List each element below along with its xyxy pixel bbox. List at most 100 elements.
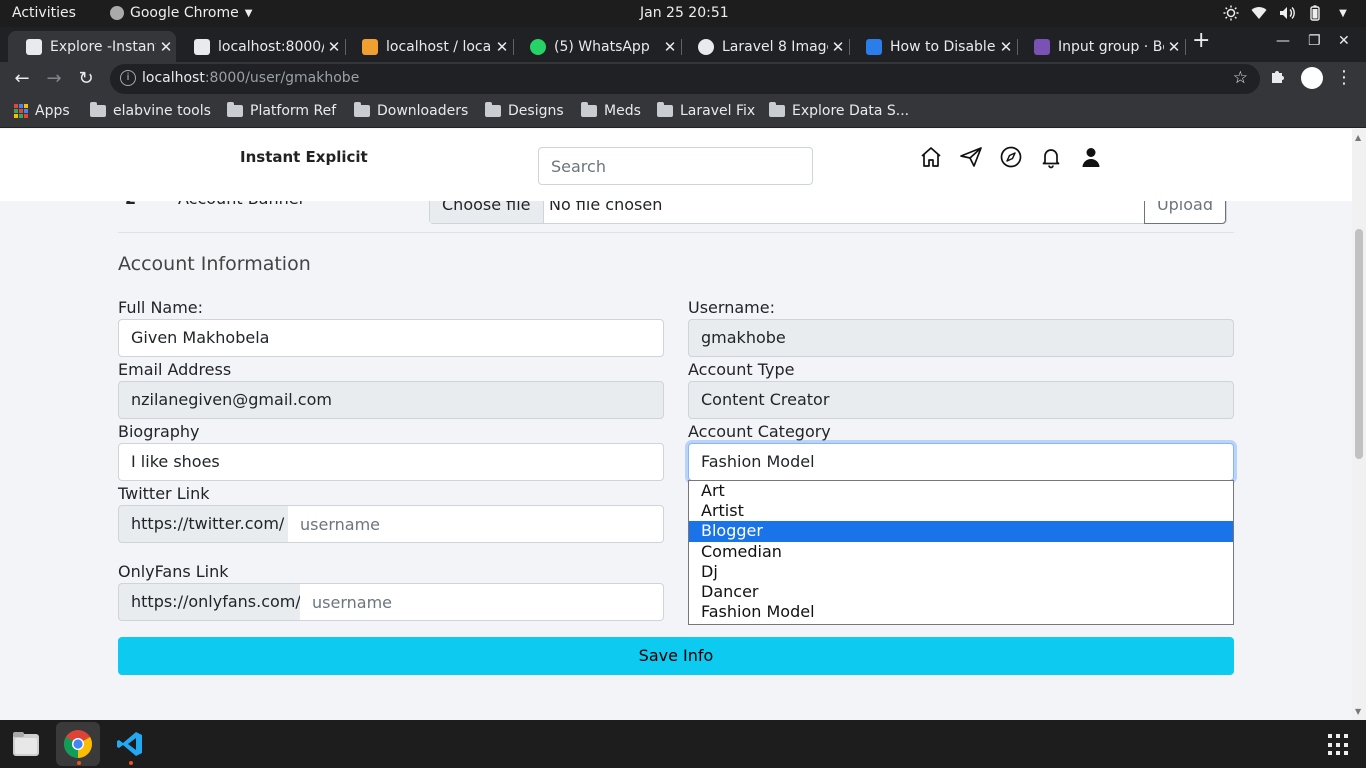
bootstrap-icon [1034,38,1050,55]
tab-laravel-upload[interactable]: Laravel 8 Image Upload ✕ [680,31,850,62]
back-icon[interactable]: ← [11,68,33,90]
show-applications-icon[interactable] [1328,734,1350,756]
more-menu-icon[interactable]: ⋮ [1335,67,1353,88]
close-window-button[interactable]: ✕ [1338,33,1350,49]
tab-explore[interactable]: Explore -Instant Explicit ✕ [8,31,176,62]
close-icon[interactable]: ✕ [156,38,176,56]
tab-how-to-disable[interactable]: How to Disable ✕ [848,31,1018,62]
full-name-label: Full Name: [118,298,204,317]
home-icon[interactable] [919,145,943,169]
bookmark-star-icon[interactable]: ☆ [1233,68,1248,88]
close-icon[interactable]: ✕ [324,38,344,56]
favicon [26,38,42,55]
bookmark-folder[interactable]: Explore Data S... [769,102,909,119]
close-icon[interactable]: ✕ [828,38,848,56]
chrome-small-icon [110,6,124,20]
favicon [698,38,714,55]
whatsapp-icon [530,38,546,55]
category-option-art[interactable]: Art [689,481,1233,501]
battery-icon [1306,4,1324,22]
tab-whatsapp[interactable]: (5) WhatsApp ✕ [512,31,682,62]
system-dock [0,720,1366,768]
reload-icon[interactable]: ↻ [75,68,97,90]
tab-bootstrap-input-group[interactable]: Input group · Bootstrap ✕ [1016,31,1186,62]
site-info-icon[interactable]: i [120,70,136,86]
extensions-icon[interactable] [1270,68,1286,88]
category-option-artist[interactable]: Artist [689,501,1233,521]
bookmark-folder[interactable]: Downloaders [354,102,468,119]
username-input: gmakhobe [688,319,1234,357]
night-light-icon [1222,4,1240,22]
app-menu[interactable]: Google Chrome ▼ [110,5,252,21]
category-option-dj[interactable]: Dj [689,562,1233,582]
folder-icon [90,102,106,117]
close-icon[interactable]: ✕ [1164,38,1184,56]
onlyfans-label: OnlyFans Link [118,562,229,581]
scrollbar-thumb[interactable] [1355,229,1363,459]
app-name: Google Chrome [130,5,239,21]
tab-localhost-user[interactable]: localhost:8000/user/gmakhobe ✕ [176,31,346,62]
folder-icon [657,102,673,117]
twitter-username-input[interactable] [288,505,664,543]
account-category-options: Art Artist Blogger Comedian Dj Dancer Fa… [688,480,1234,625]
clock[interactable]: Jan 25 20:51 [640,5,729,21]
bookmarks-bar: Apps elabvine tools Platform Ref Downloa… [0,96,1366,128]
new-tab-button[interactable]: + [1192,28,1210,53]
maximize-button[interactable]: ❐ [1308,33,1321,49]
scroll-up-icon[interactable]: ▲ [1355,133,1361,142]
system-top-bar: Activities Google Chrome ▼ Jan 25 20:51 … [0,0,1366,27]
tab-phpmyadmin[interactable]: localhost / localhost / phpMyAdmin ✕ [344,31,514,62]
tab-title: (5) WhatsApp [554,38,650,55]
bookmark-apps[interactable]: Apps [14,103,70,119]
account-type-label: Account Type [688,360,795,379]
scroll-down-icon[interactable]: ▼ [1355,707,1361,716]
twitter-label: Twitter Link [118,484,210,503]
brand-logo[interactable]: Instant Explicit [240,148,368,166]
files-app-icon[interactable] [4,722,48,766]
account-category-select[interactable]: Fashion Model [688,443,1234,481]
section-title: Account Information [118,253,311,275]
send-icon[interactable] [959,145,983,169]
bookmark-folder[interactable]: Meds [581,102,641,119]
bookmark-folder[interactable]: Laravel Fix [657,102,755,119]
activities-button[interactable]: Activities [12,5,76,21]
system-tray[interactable]: ▼ [1222,4,1352,22]
close-icon[interactable]: ✕ [492,38,512,56]
biography-label: Biography [118,422,200,441]
category-option-dancer[interactable]: Dancer [689,582,1233,602]
onlyfans-username-input[interactable] [300,583,664,621]
close-icon[interactable]: ✕ [996,38,1016,56]
folder-icon [769,102,785,117]
profile-avatar[interactable] [1301,67,1323,89]
url-text: localhost:8000/user/gmakhobe [142,70,360,86]
user-icon[interactable] [1079,145,1103,169]
onlyfans-prefix: https://onlyfans.com/ [118,583,301,621]
chrome-app-icon[interactable] [56,722,100,766]
wifi-icon [1250,4,1268,22]
address-bar[interactable]: i localhost:8000/user/gmakhobe ☆ [110,64,1260,94]
tab-title: Input group · Bootstrap [1058,38,1164,55]
vscode-app-icon[interactable] [108,722,152,766]
biography-input[interactable]: I like shoes [118,443,664,481]
compass-icon[interactable] [999,145,1023,169]
search-input[interactable] [538,147,813,185]
chevron-down-icon: ▼ [1339,7,1347,19]
full-name-input[interactable]: Given Makhobela [118,319,664,357]
bookmark-folder[interactable]: elabvine tools [90,102,211,119]
close-icon[interactable]: ✕ [660,38,680,56]
minimize-button[interactable]: — [1276,33,1290,49]
category-option-blogger[interactable]: Blogger [689,521,1233,542]
forward-icon[interactable]: → [43,68,65,90]
bell-icon[interactable] [1039,145,1063,169]
page-scrollbar[interactable]: ▲ ▼ [1352,129,1366,720]
tab-strip: Explore -Instant Explicit ✕ localhost:80… [0,27,1366,62]
save-info-button[interactable]: Save Info [118,637,1234,675]
category-option-fashion-model[interactable]: Fashion Model [689,602,1233,622]
tab-title: Laravel 8 Image Upload [722,38,828,55]
bookmark-folder[interactable]: Platform Ref [227,102,336,119]
folder-icon [227,102,243,117]
category-option-comedian[interactable]: Comedian [689,542,1233,562]
favicon [866,38,882,55]
chevron-down-icon: ▼ [244,7,253,19]
bookmark-folder[interactable]: Designs [485,102,564,119]
